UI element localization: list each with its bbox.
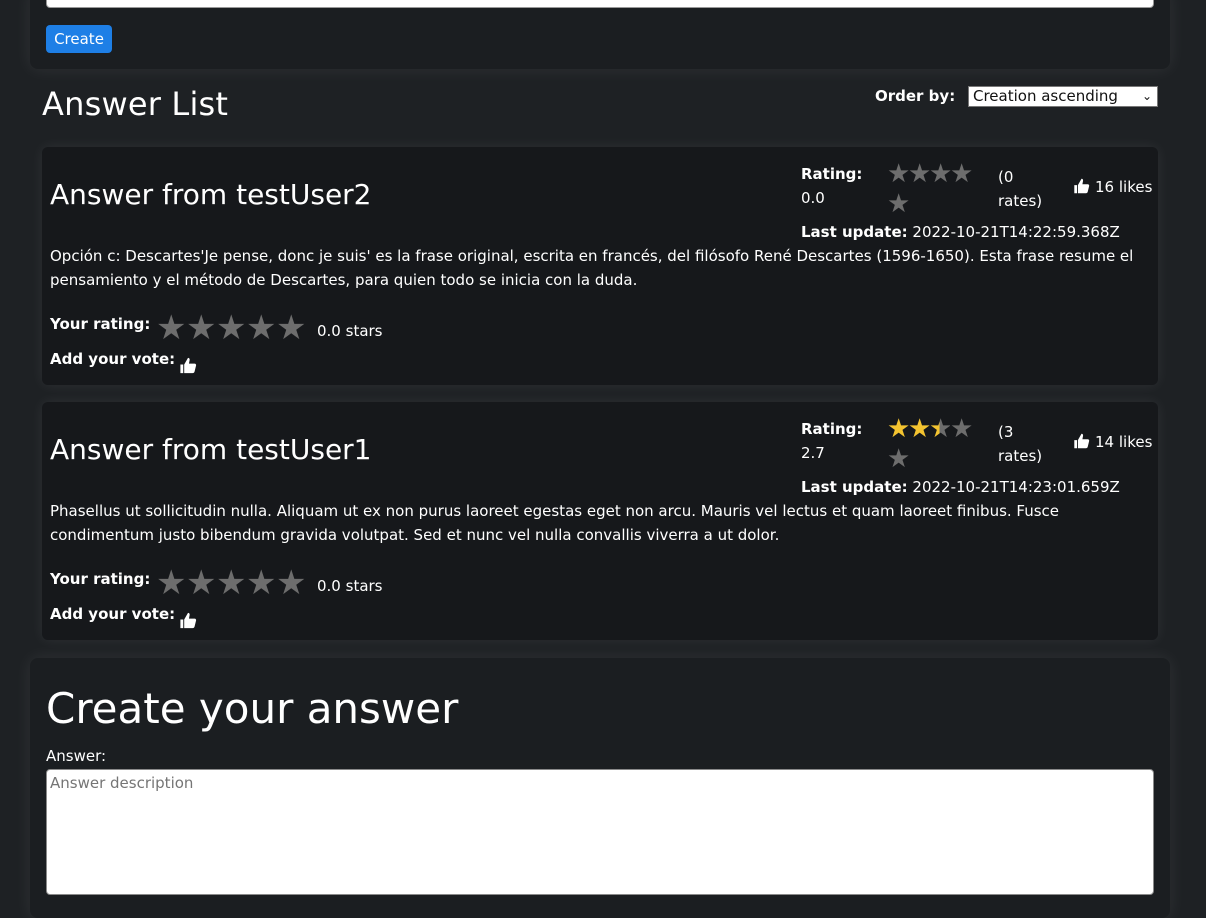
- rating-stars: ★★★★★: [887, 159, 987, 219]
- thumbs-up-icon: [1074, 433, 1090, 449]
- question-form-card: Create: [30, 0, 1170, 69]
- answer-card: Answer from testUser1 Rating: 2.7 ★★★★★ …: [42, 402, 1158, 640]
- create-answer-card: Create your answer Answer:: [30, 658, 1170, 918]
- likes-count: 14 likes: [1072, 432, 1152, 451]
- star-icon: ★: [950, 414, 974, 444]
- order-by-select[interactable]: Creation ascending ⌄: [968, 86, 1158, 107]
- your-rating-stars[interactable]: ★★★★★: [156, 309, 306, 347]
- thumbs-up-icon[interactable]: [178, 356, 198, 375]
- rating-value: 2.7: [801, 444, 825, 462]
- rating-value: 0.0: [801, 189, 825, 207]
- star-icon: ★: [887, 159, 911, 189]
- create-question-button[interactable]: Create: [46, 25, 112, 53]
- star-icon[interactable]: ★: [216, 564, 246, 602]
- star-icon: ★: [908, 159, 932, 189]
- thumbs-up-icon[interactable]: [178, 611, 198, 630]
- answer-list-title: Answer List: [42, 85, 229, 123]
- your-rating-text: 0.0 stars: [317, 322, 383, 340]
- answer-body: Phasellus ut sollicitudin nulla. Aliquam…: [50, 502, 1060, 544]
- rating-label: Rating:: [801, 420, 863, 438]
- star-icon: ★: [887, 414, 911, 444]
- chevron-down-icon: ⌄: [1141, 89, 1152, 103]
- your-rating-text: 0.0 stars: [317, 577, 383, 595]
- likes-count: 16 likes: [1072, 177, 1152, 196]
- order-by-label: Order by:: [875, 87, 956, 105]
- add-vote-label: Add your vote:: [50, 350, 176, 368]
- question-description-textarea[interactable]: [46, 0, 1154, 8]
- last-update-label: Last update:: [801, 478, 908, 496]
- star-icon: ★: [908, 414, 932, 444]
- rates-count: (3 rates): [998, 423, 1043, 465]
- likes-label: 14 likes: [1095, 433, 1153, 451]
- star-icon[interactable]: ★: [156, 564, 186, 602]
- star-icon[interactable]: ★: [246, 309, 276, 347]
- star-icon[interactable]: ★: [216, 309, 246, 347]
- likes-label: 16 likes: [1095, 178, 1153, 196]
- order-by-selected: Creation ascending: [973, 87, 1118, 105]
- your-rating-label: Your rating:: [50, 570, 151, 588]
- rating-label: Rating:: [801, 165, 863, 183]
- last-update-value: 2022-10-21T14:23:01.659Z: [912, 478, 1120, 496]
- thumbs-up-icon: [1074, 178, 1090, 194]
- rating-stars: ★★★★★: [887, 414, 987, 474]
- star-icon[interactable]: ★: [276, 309, 306, 347]
- your-rating-label: Your rating:: [50, 315, 151, 333]
- star-icon[interactable]: ★: [276, 564, 306, 602]
- answer-description-textarea[interactable]: [46, 769, 1154, 895]
- star-icon: ★: [887, 444, 911, 474]
- star-icon[interactable]: ★: [186, 309, 216, 347]
- star-icon[interactable]: ★: [186, 564, 216, 602]
- star-icon: ★: [887, 189, 911, 219]
- create-answer-title: Create your answer: [46, 684, 459, 733]
- answer-field-label: Answer:: [46, 747, 107, 765]
- star-icon: ★: [950, 159, 974, 189]
- your-rating-stars[interactable]: ★★★★★: [156, 564, 306, 602]
- answer-card: Answer from testUser2 Rating: 0.0 ★★★★★ …: [42, 147, 1158, 385]
- star-icon: ★: [929, 159, 953, 189]
- star-half-icon: ★: [929, 414, 953, 444]
- last-update-value: 2022-10-21T14:22:59.368Z: [912, 223, 1120, 241]
- last-update: Last update: 2022-10-21T14:23:01.659Z: [801, 478, 1120, 496]
- star-icon[interactable]: ★: [246, 564, 276, 602]
- last-update-label: Last update:: [801, 223, 908, 241]
- rates-count: (0 rates): [998, 168, 1043, 210]
- star-icon[interactable]: ★: [156, 309, 186, 347]
- last-update: Last update: 2022-10-21T14:22:59.368Z: [801, 223, 1120, 241]
- answer-title: Answer from testUser2: [50, 178, 372, 211]
- add-vote-label: Add your vote:: [50, 605, 176, 623]
- answer-body: Opción c: Descartes'Je pense, donc je su…: [50, 247, 1134, 289]
- answer-title: Answer from testUser1: [50, 433, 372, 466]
